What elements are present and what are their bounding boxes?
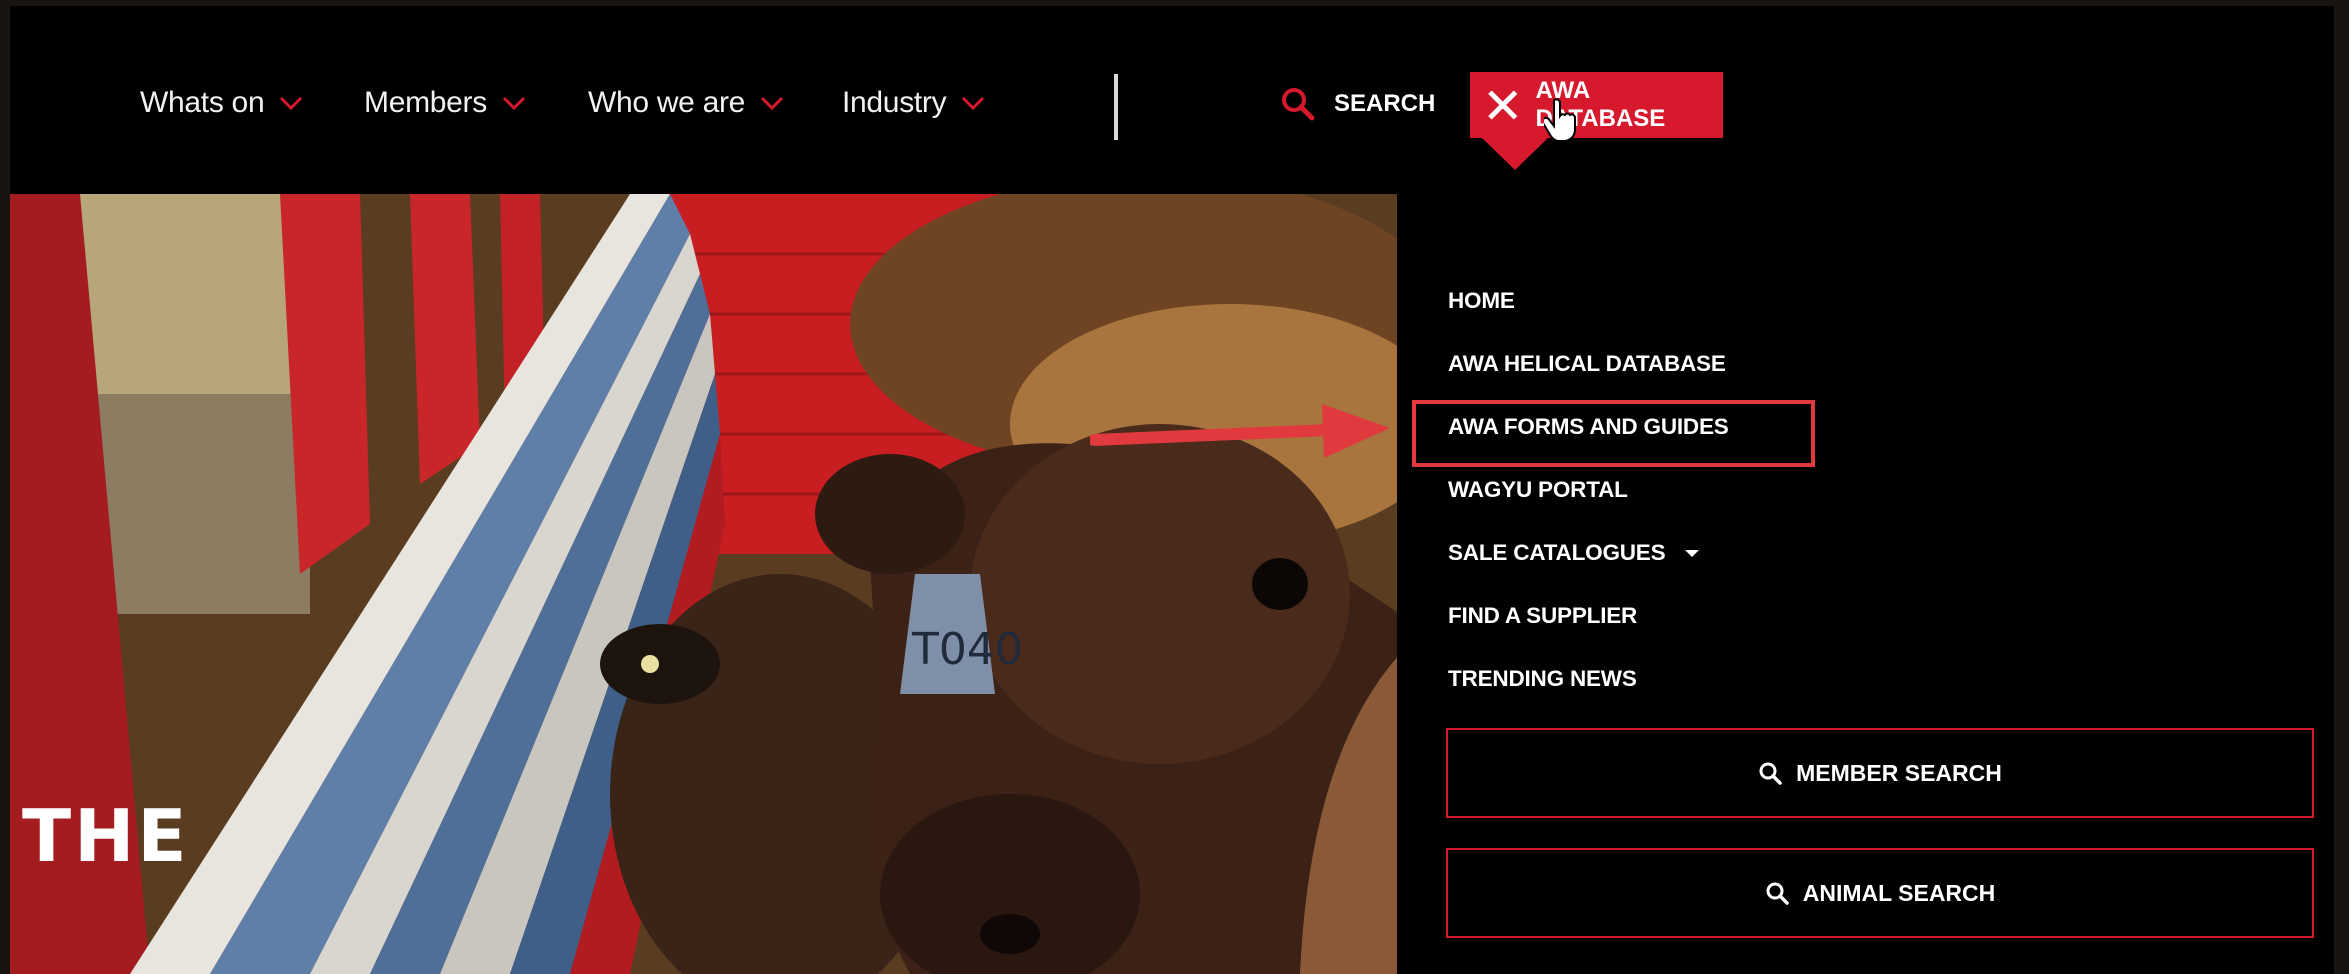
menu-item-wagyu-portal[interactable]: WAGYU PORTAL	[1448, 475, 1729, 538]
nav-industry[interactable]: Industry	[842, 86, 986, 120]
ear-tag-text: T040	[911, 624, 1023, 675]
awa-database-button[interactable]: AWA DATABASE	[1470, 72, 1723, 138]
top-navigation: Whats on Members Who we are Industry SEA…	[10, 6, 2334, 194]
nav-whats-on[interactable]: Whats on	[140, 86, 304, 120]
hero-image: T040 THE	[10, 194, 1400, 974]
member-search-button[interactable]: MEMBER SEARCH	[1446, 728, 2314, 818]
annotation-highlight-box	[1412, 400, 1815, 467]
chevron-down-icon	[761, 96, 784, 111]
arrow-annotation	[1090, 404, 1390, 458]
database-button-pointer	[1480, 136, 1550, 170]
browser-viewport: Whats on Members Who we are Industry SEA…	[10, 6, 2334, 974]
menu-item-home[interactable]: HOME	[1448, 286, 1729, 349]
nav-members-label: Members	[364, 86, 487, 119]
menu-item-label: FIND A SUPPLIER	[1448, 603, 1638, 628]
menu-item-label: TRENDING NEWS	[1448, 666, 1637, 691]
nav-divider	[1114, 74, 1118, 140]
nav-industry-label: Industry	[842, 86, 947, 119]
nav-whats-on-label: Whats on	[140, 86, 265, 119]
menu-item-sale-catalogues[interactable]: SALE CATALOGUES	[1448, 538, 1729, 601]
dropdown-menu: HOME AWA HELICAL DATABASE AWA FORMS AND …	[1448, 286, 1729, 727]
nav-members[interactable]: Members	[364, 86, 527, 120]
chevron-down-icon	[962, 96, 985, 111]
hero-headline: THE	[22, 794, 190, 878]
hand-cursor-icon	[1544, 98, 1576, 142]
menu-item-find-a-supplier[interactable]: FIND A SUPPLIER	[1448, 601, 1729, 664]
search-label: SEARCH	[1334, 90, 1436, 117]
search-icon	[1282, 88, 1315, 121]
menu-item-label: WAGYU PORTAL	[1448, 477, 1628, 502]
animal-search-label: ANIMAL SEARCH	[1802, 879, 1996, 906]
menu-item-label: SALE CATALOGUES	[1448, 540, 1666, 565]
awa-database-dropdown: HOME AWA HELICAL DATABASE AWA FORMS AND …	[1397, 194, 2334, 974]
search-button[interactable]: SEARCH	[1280, 86, 1435, 122]
menu-item-label: AWA HELICAL DATABASE	[1448, 351, 1726, 376]
member-search-label: MEMBER SEARCH	[1796, 759, 2002, 786]
menu-item-label: HOME	[1448, 288, 1515, 313]
search-icon	[1759, 762, 1782, 785]
animal-search-button[interactable]: ANIMAL SEARCH	[1446, 848, 2314, 938]
caret-down-icon	[1685, 550, 1700, 557]
close-icon	[1488, 90, 1518, 120]
chevron-down-icon	[280, 96, 303, 111]
cattle-photo: T040	[10, 194, 1400, 974]
nav-who-we-are-label: Who we are	[588, 86, 746, 119]
nav-who-we-are[interactable]: Who we are	[588, 86, 785, 120]
menu-item-trending-news[interactable]: TRENDING NEWS	[1448, 664, 1729, 727]
chevron-down-icon	[502, 96, 525, 111]
search-icon	[1766, 882, 1789, 905]
